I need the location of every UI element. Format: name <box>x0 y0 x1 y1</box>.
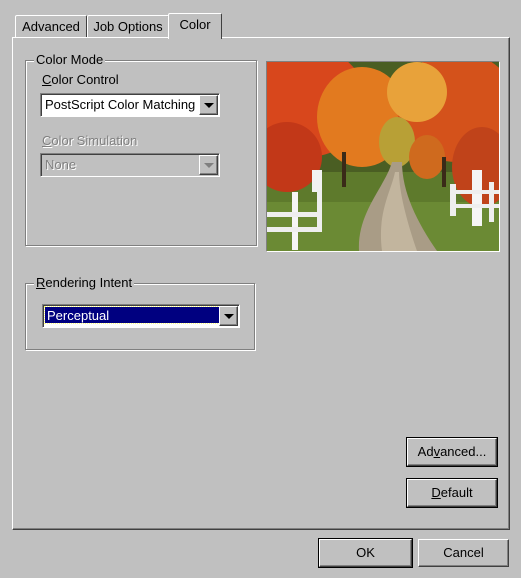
ok-button-label: OK <box>356 545 375 560</box>
chevron-down-icon[interactable] <box>199 95 218 115</box>
cancel-button-label: Cancel <box>443 545 484 560</box>
color-simulation-label-mnemonic: C <box>42 133 52 148</box>
chevron-down-icon[interactable] <box>199 155 218 175</box>
color-control-label-rest: olor Control <box>51 72 119 87</box>
color-control-value: PostScript Color Matching <box>45 97 196 112</box>
default-button-label-mnemonic: D <box>431 485 441 500</box>
color-preview-image <box>266 61 500 252</box>
advanced-button-label-prefix: Ad <box>417 444 434 459</box>
color-simulation-label: Color Simulation <box>42 133 137 149</box>
color-mode-group-label: Color Mode <box>34 52 106 68</box>
color-simulation-label-rest: olor Simulation <box>51 133 138 148</box>
rendering-intent-label-rest: endering Intent <box>45 275 133 290</box>
rendering-intent-value: Perceptual <box>47 308 110 323</box>
color-simulation-select[interactable]: None <box>40 153 220 177</box>
rendering-intent-select[interactable]: Perceptual <box>42 304 240 328</box>
rendering-intent-group-label: Rendering Intent <box>34 275 135 291</box>
default-button-label-rest: efault <box>440 485 473 500</box>
advanced-button[interactable]: Advanced... <box>406 437 498 467</box>
color-control-label: Color Control <box>42 72 119 88</box>
color-simulation-value: None <box>45 157 77 172</box>
ok-button[interactable]: OK <box>318 538 413 568</box>
color-control-select[interactable]: PostScript Color Matching <box>40 93 220 117</box>
chevron-down-icon[interactable] <box>219 306 238 326</box>
advanced-button-label-rest: anced... <box>440 444 487 459</box>
color-control-label-mnemonic: C <box>42 72 52 87</box>
cancel-button[interactable]: Cancel <box>418 539 509 567</box>
rendering-intent-label-mnemonic: R <box>36 275 46 290</box>
autumn-road-preview-icon <box>267 62 499 251</box>
default-button[interactable]: Default <box>406 478 498 508</box>
